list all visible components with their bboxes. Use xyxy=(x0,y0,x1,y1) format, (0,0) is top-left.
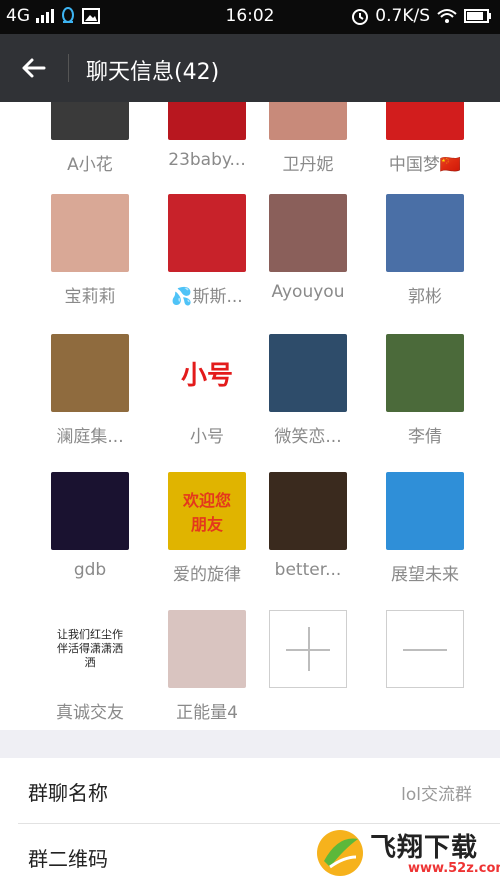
member-item[interactable]: better... xyxy=(249,472,367,582)
watermark-logo-icon xyxy=(317,830,363,876)
member-avatar xyxy=(269,194,347,272)
network-speed: 0.7K/S xyxy=(375,6,430,26)
member-name: 卫丹妮 xyxy=(282,155,334,175)
remove-member-button[interactable] xyxy=(366,610,484,688)
alarm-icon xyxy=(352,9,369,25)
member-avatar xyxy=(269,472,347,550)
member-name: 真诚交友 xyxy=(56,703,124,723)
group-name-label: 群聊名称 xyxy=(28,781,108,805)
member-name: Ayouyou xyxy=(271,282,345,302)
member-avatar xyxy=(386,102,464,140)
group-name-value: lol交流群 xyxy=(401,785,472,805)
avatar-text: 让我们红尘作伴活得潇潇洒洒 xyxy=(57,628,123,669)
member-avatar xyxy=(168,610,246,688)
member-name: gdb xyxy=(73,560,107,580)
member-name: better... xyxy=(274,560,342,580)
member-avatar: 小号 xyxy=(168,334,246,412)
member-avatar xyxy=(168,194,246,272)
member-avatar: 让我们红尘作伴活得潇潇洒洒 xyxy=(51,610,129,688)
member-name: 郭彬 xyxy=(408,287,442,307)
member-avatar xyxy=(386,334,464,412)
member-avatar xyxy=(269,334,347,412)
member-avatar xyxy=(386,472,464,550)
back-arrow-icon[interactable] xyxy=(18,52,50,84)
member-avatar xyxy=(51,194,129,272)
member-name: 微笑恋... xyxy=(274,427,342,447)
member-name: 澜庭集... xyxy=(56,427,124,447)
member-avatar xyxy=(51,102,129,140)
group-name-row[interactable]: 群聊名称 lol交流群 xyxy=(0,758,500,824)
member-avatar xyxy=(51,334,129,412)
member-name: 正能量4 xyxy=(176,703,238,723)
status-bar: 4G 16:02 0.7K/S xyxy=(0,0,500,34)
member-avatar xyxy=(269,102,347,140)
qr-code-label: 群二维码 xyxy=(28,847,108,871)
page-title: 聊天信息(42) xyxy=(86,60,220,85)
member-name: 李倩 xyxy=(408,427,442,447)
member-name: A小花 xyxy=(67,155,113,175)
member-item[interactable]: A小花 xyxy=(31,102,149,175)
member-item[interactable]: Ayouyou xyxy=(249,194,367,304)
site-watermark: 飞翔下载 www.52z.com xyxy=(312,823,500,883)
member-item[interactable]: 澜庭集... xyxy=(31,334,149,447)
member-avatar xyxy=(51,472,129,550)
watermark-text: 飞翔下载 xyxy=(370,833,479,863)
header-bar: 聊天信息(42) xyxy=(0,34,500,102)
avatar-text: 小号 xyxy=(180,360,233,391)
member-item[interactable]: gdb xyxy=(31,472,149,582)
watermark-url: www.52z.com xyxy=(408,861,500,876)
title-divider xyxy=(68,54,69,82)
member-item[interactable]: 展望未来 xyxy=(366,472,484,585)
member-avatar xyxy=(168,102,246,140)
member-item[interactable]: 李倩 xyxy=(366,334,484,447)
avatar-text: 欢迎您 朋友 xyxy=(182,491,231,534)
member-item[interactable]: 微笑恋... xyxy=(249,334,367,447)
member-name: 中国梦🇨🇳 xyxy=(388,155,462,175)
member-avatar xyxy=(386,194,464,272)
wifi-icon xyxy=(437,9,457,23)
add-member-button[interactable] xyxy=(249,610,367,688)
member-grid: A小花 23baby... 卫丹妮 中国梦🇨🇳 宝莉莉 💦斯斯... Ayouyou 郭彬 澜庭… xyxy=(0,102,500,730)
member-name: 展望未来 xyxy=(391,565,459,585)
member-item[interactable]: 宝莉莉 xyxy=(31,194,149,307)
battery-icon xyxy=(464,9,491,23)
member-item[interactable]: 卫丹妮 xyxy=(249,102,367,175)
member-item[interactable]: 让我们红尘作伴活得潇潇洒洒真诚交友 xyxy=(31,610,149,723)
minus-icon xyxy=(403,649,447,651)
member-item[interactable]: 中国梦🇨🇳 xyxy=(366,102,484,175)
member-avatar: 欢迎您 朋友 xyxy=(168,472,246,550)
member-item[interactable]: 郭彬 xyxy=(366,194,484,307)
member-name: 宝莉莉 xyxy=(64,287,116,307)
clock: 16:02 xyxy=(225,6,275,26)
